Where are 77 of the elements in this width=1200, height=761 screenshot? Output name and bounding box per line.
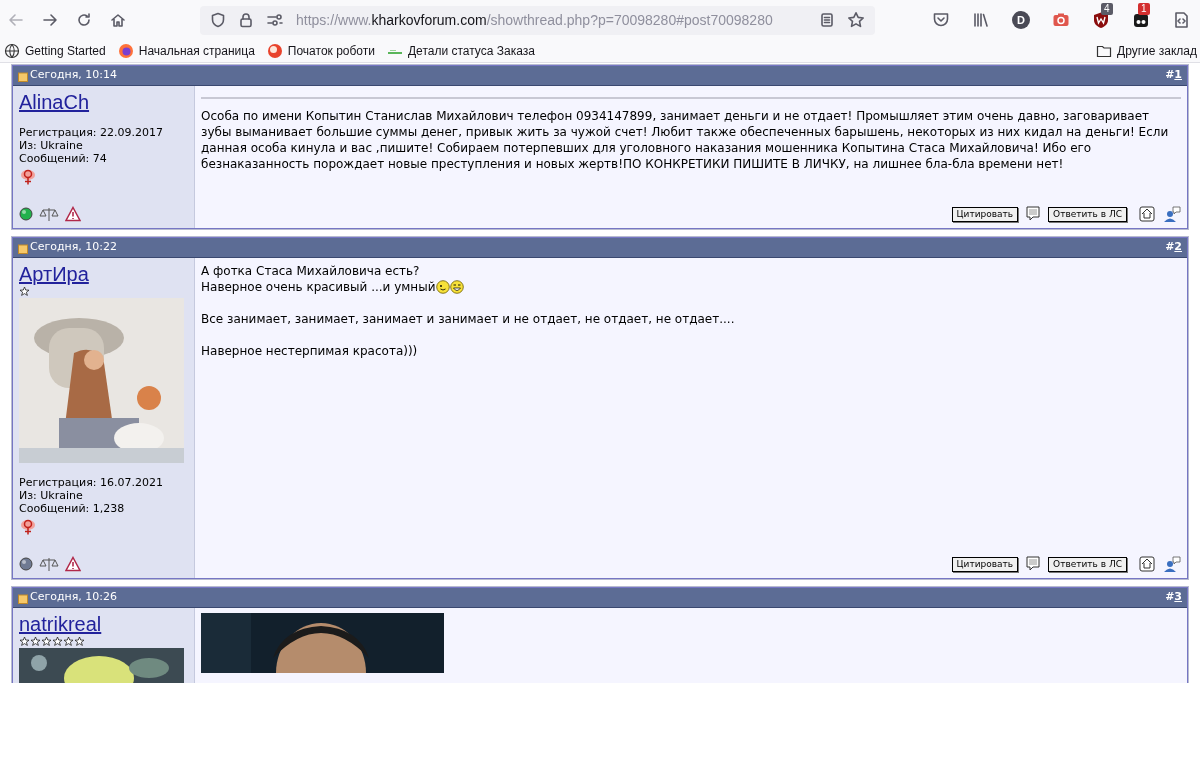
post-text: Наверное нестерпимая красота))) bbox=[201, 343, 419, 359]
pocket-icon[interactable] bbox=[932, 11, 950, 29]
post-button[interactable]: Цитировать bbox=[951, 556, 1019, 572]
library-icon[interactable] bbox=[972, 11, 990, 29]
warning-icon[interactable] bbox=[65, 206, 81, 222]
star-icon bbox=[19, 286, 30, 297]
post-date: Сегодня, 10:14 bbox=[30, 67, 118, 84]
post-icon bbox=[18, 71, 28, 82]
reader-view-icon[interactable] bbox=[819, 12, 835, 28]
post-text: А фотка Стаса Михайловича есть? bbox=[201, 263, 421, 279]
glasses-extension-icon[interactable] bbox=[1132, 11, 1150, 29]
browser-logo-icon bbox=[117, 43, 134, 59]
code-document-icon[interactable] bbox=[1172, 11, 1190, 29]
reload-icon[interactable] bbox=[76, 12, 92, 28]
comment-icon[interactable] bbox=[1026, 206, 1041, 222]
bookmark-folder[interactable]: Другие заклад bbox=[1117, 42, 1197, 60]
url-text: https://www.kharkovforum.com/showthread.php?p=70098280#post70098280 bbox=[296, 10, 774, 30]
profile-avatar[interactable]: D bbox=[1012, 11, 1030, 29]
female-icon bbox=[19, 168, 37, 186]
star-icon bbox=[52, 636, 63, 647]
username-link[interactable]: АртИра bbox=[19, 263, 89, 285]
lock-icon bbox=[238, 12, 254, 28]
post-text: Особа по имени Копытин Станислав Михайлович телефон 0934147899, занимает деньги и не отдает! Промышляет этим очень давно, заговаривает зубы выманивает большие суммы денег, привык жить за чужой счет! Любит также обеспеченных барышень, некоторых из них кидал на деньги! Если данная особа кинула и вас ,пишите! Собираем потерпевших для уголовного наказания мошенника Копытина Стаса Михайловича! Ибо его безнаказанность порождает новые преступления и новых жертв!ПО КОНКРЕТИКИ ПИШИТЕ В ЛИЧКУ, на лишнее бла-бла времени нет! bbox=[201, 108, 1170, 172]
settings-icon bbox=[266, 12, 284, 28]
shield-extension-icon[interactable] bbox=[1092, 11, 1110, 29]
notification-badge: 1 bbox=[1138, 3, 1150, 15]
bookmark-link[interactable]: Початок роботи bbox=[287, 42, 375, 60]
post-number-link[interactable]: #2 bbox=[1165, 239, 1182, 256]
user-detail: Сообщений: 1,238 bbox=[19, 502, 126, 515]
star-icon bbox=[74, 636, 85, 647]
bookmark-link[interactable]: Getting Started bbox=[25, 42, 106, 60]
user-detail: Из: Ukraine bbox=[19, 489, 84, 502]
address-bar[interactable]: https://www.kharkovforum.com/showthread.php?p=70098280#post70098280 bbox=[200, 5, 875, 35]
bookmark-link[interactable]: Детали статуса Заказа bbox=[408, 42, 535, 60]
orb-icon bbox=[266, 43, 283, 59]
post-button[interactable]: Цитировать bbox=[951, 206, 1019, 222]
warning-icon[interactable] bbox=[65, 556, 81, 572]
shield-icon bbox=[210, 12, 226, 28]
smiley-icon bbox=[435, 280, 450, 294]
star-icon bbox=[63, 636, 74, 647]
user-detail: Регистрация: 16.07.2021 bbox=[19, 476, 164, 489]
post-icon bbox=[18, 243, 28, 254]
post-number-link[interactable]: #3 bbox=[1165, 589, 1182, 606]
post-number-link[interactable]: #1 bbox=[1165, 67, 1182, 84]
folder-icon bbox=[1096, 43, 1112, 59]
dash-icon bbox=[387, 47, 403, 55]
comment-icon[interactable] bbox=[1026, 556, 1041, 572]
camera-icon[interactable] bbox=[1052, 12, 1070, 28]
home-icon[interactable] bbox=[1139, 206, 1155, 222]
post-button[interactable]: Ответить в ЛС bbox=[1048, 556, 1127, 572]
user-detail: Из: Ukraine bbox=[19, 139, 84, 152]
post-date: Сегодня, 10:22 bbox=[30, 239, 118, 256]
forward-icon[interactable] bbox=[42, 12, 58, 28]
bookmark-link[interactable]: Начальная страница bbox=[138, 42, 255, 60]
star-icon bbox=[30, 636, 41, 647]
home-icon[interactable] bbox=[110, 12, 126, 28]
notification-badge: 4 bbox=[1101, 3, 1113, 15]
female-icon bbox=[19, 518, 37, 536]
user-detail: Регистрация: 22.09.2017 bbox=[19, 126, 164, 139]
globe-icon bbox=[4, 43, 20, 59]
post-icon bbox=[18, 593, 28, 604]
scales-icon[interactable] bbox=[39, 556, 59, 572]
scales-icon[interactable] bbox=[39, 206, 59, 222]
username-link[interactable]: natrikreal bbox=[19, 613, 102, 635]
star-icon bbox=[19, 636, 30, 647]
post-date: Сегодня, 10:26 bbox=[30, 589, 118, 606]
user-message-icon[interactable] bbox=[1163, 205, 1181, 223]
post-text: Все занимает, занимает, занимает и занимает и не отдает, не отдает, не отдает.... bbox=[201, 311, 736, 327]
laughing-smiley-icon bbox=[449, 280, 464, 294]
star-icon[interactable] bbox=[847, 11, 865, 29]
star-icon bbox=[41, 636, 52, 647]
post-text: Наверное очень красивый ...и умный bbox=[201, 279, 436, 295]
home-icon[interactable] bbox=[1139, 556, 1155, 572]
user-detail: Сообщений: 74 bbox=[19, 152, 108, 165]
user-message-icon[interactable] bbox=[1163, 555, 1181, 573]
post-button[interactable]: Ответить в ЛС bbox=[1048, 206, 1127, 222]
username-link[interactable]: AlinaCh bbox=[19, 91, 90, 113]
